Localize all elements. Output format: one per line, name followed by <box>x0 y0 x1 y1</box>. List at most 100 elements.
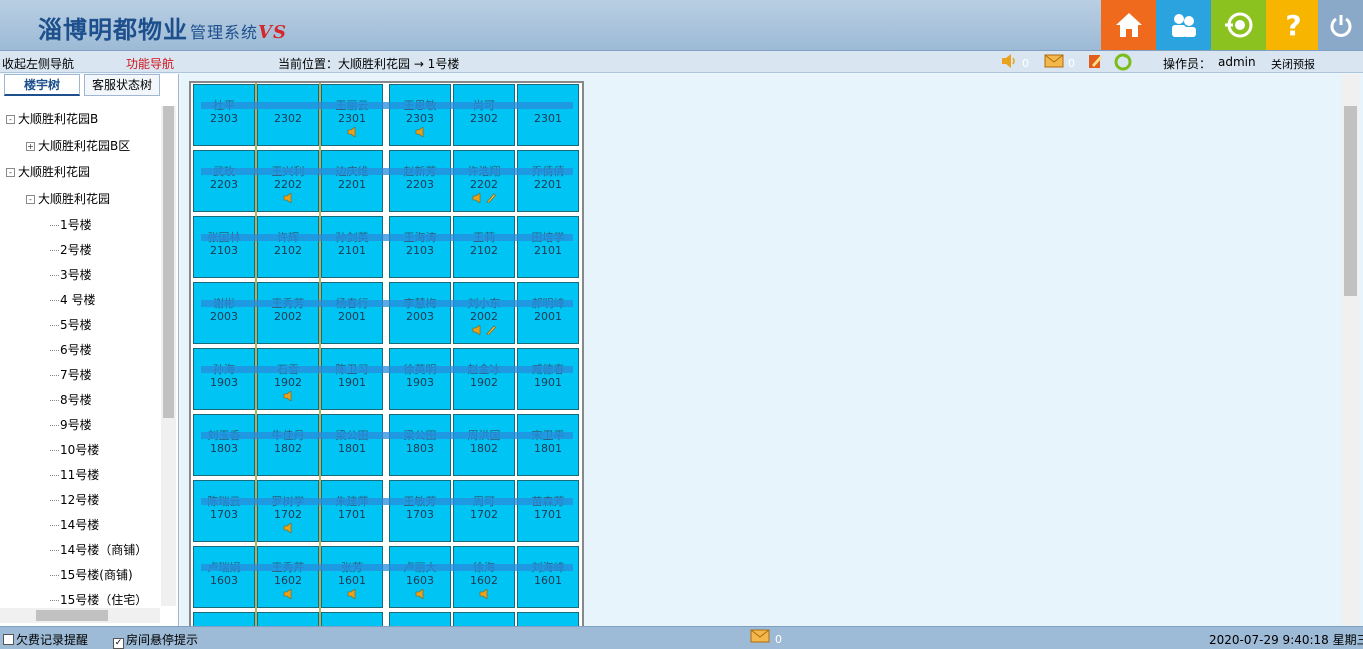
room-cell[interactable]: 郝明峰2001 <box>517 282 579 344</box>
tree-node[interactable]: 3号楼 <box>50 266 92 283</box>
room-cell[interactable]: 张国林2103 <box>193 216 255 278</box>
users-button[interactable] <box>1156 0 1211 50</box>
room-cell[interactable]: 王莉2102 <box>453 216 515 278</box>
room-cell[interactable]: 乔倩倩2201 <box>517 150 579 212</box>
collapse-toggle-icon[interactable]: - <box>6 115 15 124</box>
scroll-thumb[interactable] <box>1344 106 1357 296</box>
collapse-toggle-icon[interactable]: - <box>6 168 15 177</box>
room-cell[interactable]: 王秀芹1602 <box>257 546 319 608</box>
tree-node[interactable]: 10号楼 <box>50 441 99 458</box>
room-cell[interactable]: 王恩敏2303 <box>389 84 451 146</box>
refresh-button[interactable] <box>1211 0 1266 50</box>
room-cell[interactable]: 苗森芳1701 <box>517 480 579 542</box>
room-cell[interactable]: 2301 <box>517 84 579 146</box>
tree-node[interactable]: 5号楼 <box>50 316 92 333</box>
room-cell[interactable]: 许浩翔2202 <box>453 150 515 212</box>
room-cell[interactable]: 陈卫习1901 <box>321 348 383 410</box>
room-cell[interactable] <box>517 612 579 626</box>
room-cell[interactable] <box>321 612 383 626</box>
room-cell[interactable]: 王丽云2301 <box>321 84 383 146</box>
mail-icon[interactable] <box>1044 53 1064 69</box>
room-cell[interactable] <box>453 612 515 626</box>
room-cell[interactable]: 陈瑞云1703 <box>193 480 255 542</box>
room-cell[interactable]: 尚可2302 <box>453 84 515 146</box>
tree-node[interactable]: 4 号楼 <box>50 291 95 308</box>
footer-mail-icon[interactable] <box>750 629 770 647</box>
room-cell[interactable]: 赵新芳2203 <box>389 150 451 212</box>
home-button[interactable] <box>1101 0 1156 50</box>
room-cell[interactable]: 孙海1903 <box>193 348 255 410</box>
room-cell[interactable]: 石雪1902 <box>257 348 319 410</box>
room-cell[interactable]: 2302 <box>257 84 319 146</box>
scroll-thumb[interactable] <box>36 610 108 621</box>
tree-node[interactable]: 9号楼 <box>50 416 92 433</box>
room-cell[interactable]: 王敏芳1703 <box>389 480 451 542</box>
hover-tip-checkbox[interactable]: ✓ <box>113 638 124 649</box>
room-cell[interactable]: 杜平2303 <box>193 84 255 146</box>
main-vertical-scrollbar[interactable] <box>1342 74 1359 626</box>
tree-node[interactable]: 8号楼 <box>50 391 92 408</box>
room-cell[interactable]: 孙剑英2101 <box>321 216 383 278</box>
tree-node[interactable]: 15号楼（住宅） <box>50 591 147 608</box>
room-cell[interactable]: 武玫2203 <box>193 150 255 212</box>
tree-node[interactable]: + 大顺胜利花园B区 <box>26 137 130 154</box>
tab-service-status-tree[interactable]: 客服状态树 <box>84 74 160 96</box>
room-cell[interactable]: 刘小东2002 <box>453 282 515 344</box>
room-cell[interactable]: 张芳1601 <box>321 546 383 608</box>
tree-node[interactable]: 6号楼 <box>50 341 92 358</box>
room-cell[interactable]: 牛佳丹1802 <box>257 414 319 476</box>
tree-node[interactable]: 11号楼 <box>50 466 99 483</box>
room-cell[interactable]: 田培学2101 <box>517 216 579 278</box>
room-cell[interactable]: 徐海1602 <box>453 546 515 608</box>
tree-node[interactable]: 2号楼 <box>50 241 92 258</box>
room-cell[interactable]: 周洪国1802 <box>453 414 515 476</box>
room-cell[interactable]: 臧德春1901 <box>517 348 579 410</box>
room-cell[interactable]: 梁公田1803 <box>389 414 451 476</box>
room-cell[interactable]: 卢丽大1603 <box>389 546 451 608</box>
help-button[interactable]: ? <box>1266 0 1321 50</box>
room-cell[interactable]: 宋卫平1801 <box>517 414 579 476</box>
collapse-nav-link[interactable]: 收起左侧导航 <box>2 55 74 72</box>
room-cell[interactable]: 罗树学1702 <box>257 480 319 542</box>
room-cell[interactable]: 边庆维2201 <box>321 150 383 212</box>
sound-icon[interactable] <box>1000 53 1018 69</box>
tree-node[interactable]: - 大顺胜利花园 <box>26 190 110 207</box>
tree-node[interactable]: 14号楼 <box>50 516 99 533</box>
tree-node[interactable]: 7号楼 <box>50 366 92 383</box>
tree-node[interactable]: 12号楼 <box>50 491 99 508</box>
room-cell[interactable]: 梁公田1801 <box>321 414 383 476</box>
tab-building-tree[interactable]: 楼宇树 <box>4 74 80 96</box>
room-cell[interactable]: 徐英明1903 <box>389 348 451 410</box>
tree-node[interactable]: - 大顺胜利花园 <box>6 163 90 180</box>
room-cell[interactable]: 杨春行2001 <box>321 282 383 344</box>
room-cell[interactable]: 卢瑞娟1603 <box>193 546 255 608</box>
power-button[interactable] <box>1318 0 1363 50</box>
tree-node[interactable]: 1号楼 <box>50 216 92 233</box>
room-cell[interactable] <box>389 612 451 626</box>
tree-node[interactable]: - 大顺胜利花园B <box>6 110 98 127</box>
tree-node[interactable]: 15号楼(商铺) <box>50 566 133 583</box>
room-cell[interactable] <box>257 612 319 626</box>
room-cell[interactable]: 赵金冰1902 <box>453 348 515 410</box>
tree-node[interactable]: 14号楼（商铺） <box>50 541 147 558</box>
room-cell[interactable]: 周可1702 <box>453 480 515 542</box>
room-cell[interactable] <box>193 612 255 626</box>
room-cell[interactable]: 王兴利2202 <box>257 150 319 212</box>
room-cell[interactable]: 刘玉香1803 <box>193 414 255 476</box>
room-cell[interactable]: 王秀芳2002 <box>257 282 319 344</box>
close-warning-link[interactable]: 关闭预报 <box>1271 56 1315 72</box>
func-nav-link[interactable]: 功能导航 <box>126 55 174 72</box>
room-cell[interactable]: 许辉2102 <box>257 216 319 278</box>
left-vertical-scrollbar[interactable] <box>161 106 176 606</box>
room-cell[interactable]: 朱建萍1701 <box>321 480 383 542</box>
edit-note-icon[interactable] <box>1087 53 1105 69</box>
room-cell[interactable]: 刘海峰1601 <box>517 546 579 608</box>
collapse-toggle-icon[interactable]: - <box>26 194 35 204</box>
left-horizontal-scrollbar[interactable] <box>0 608 160 623</box>
hover-tip-toggle[interactable]: ✓ 房间悬停提示 <box>113 631 198 649</box>
expand-toggle-icon[interactable]: + <box>26 141 35 151</box>
arrears-reminder-toggle[interactable]: 欠费记录提醒 <box>3 631 88 648</box>
room-cell[interactable]: 谢彬2003 <box>193 282 255 344</box>
scroll-thumb[interactable] <box>163 106 174 418</box>
arrears-checkbox[interactable] <box>3 634 14 645</box>
